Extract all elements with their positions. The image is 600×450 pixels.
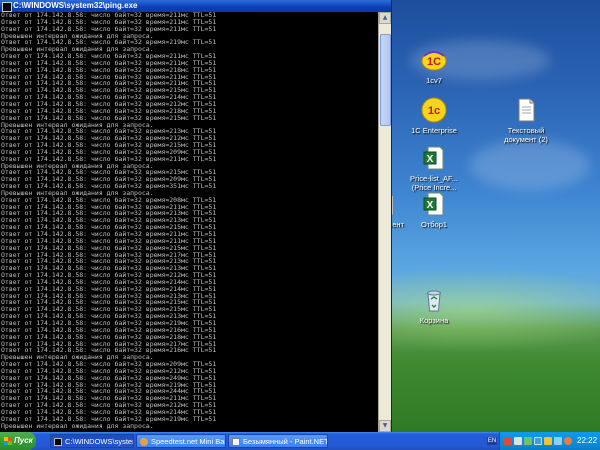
desktop-icon-label: 1C Enterprise xyxy=(411,126,457,135)
taskbar-button-console[interactable]: C:\WINDOWS\system... xyxy=(50,434,134,448)
desktop-icon-text-document[interactable]: Текстовый документ (2) xyxy=(494,96,558,144)
network-icon[interactable] xyxy=(534,437,542,445)
taskbar-button-paint[interactable]: Безымянный - Paint.NET... xyxy=(228,434,328,448)
desktop-icon-1c-enterprise[interactable]: 1c 1C Enterprise xyxy=(402,96,466,135)
volume-icon[interactable] xyxy=(554,437,562,445)
desktop-icon-price-list[interactable]: X Price-list_AF... (Price Incre... xyxy=(402,144,466,192)
scrollbar-thumb[interactable] xyxy=(380,34,391,126)
wallpaper-cloud xyxy=(470,140,590,190)
recycle-bin-icon xyxy=(427,290,441,312)
desktop-icon-otbor1[interactable]: X Отбор1 xyxy=(402,190,466,229)
console-window[interactable]: C:\WINDOWS\system32\ping.exe Ответ от 17… xyxy=(0,0,392,432)
text-document-icon xyxy=(518,98,535,122)
desktop-icon-label: 1cv7 xyxy=(426,76,442,85)
paint-net-icon xyxy=(232,438,240,446)
desktop-icon-label: Отбор1 xyxy=(420,220,448,229)
1c-enterprise-icon: 1c xyxy=(421,97,447,123)
excel-icon: X xyxy=(423,146,444,170)
desktop-icon-1cv7[interactable]: 1C 1cv7 xyxy=(402,46,466,85)
console-titlebar[interactable]: C:\WINDOWS\system32\ping.exe xyxy=(0,0,391,12)
system-tray: 22:22 xyxy=(499,432,600,450)
desktop-icon-recycle-bin[interactable]: Корзина xyxy=(402,286,466,325)
excel-icon: X xyxy=(423,192,444,216)
tray-app-icon[interactable] xyxy=(524,437,532,445)
tray-app-icon[interactable] xyxy=(514,437,522,445)
1c-icon: 1C xyxy=(421,51,447,71)
taskbar-button-label: Безымянный - Paint.NET... xyxy=(243,437,328,446)
start-button[interactable]: Пуск xyxy=(0,432,36,450)
console-icon xyxy=(54,438,62,446)
svg-text:X: X xyxy=(427,154,434,165)
desktop-icon-label: Текстовый документ (2) xyxy=(504,126,548,144)
svg-text:X: X xyxy=(427,200,434,211)
console-title: C:\WINDOWS\system32\ping.exe xyxy=(13,1,138,10)
svg-text:1c: 1c xyxy=(428,105,440,117)
clock[interactable]: 22:22 xyxy=(577,432,597,450)
browser-icon xyxy=(140,438,148,446)
desktop-icon-label: Корзина xyxy=(419,316,449,325)
taskbar: Пуск C:\WINDOWS\system... Speedtest.net … xyxy=(0,432,600,450)
taskbar-button-label: Speedtest.net Mini Band... xyxy=(151,437,225,446)
language-indicator[interactable]: EN xyxy=(487,437,497,445)
windows-flag-icon xyxy=(4,437,12,445)
scroll-down-icon[interactable]: ▼ xyxy=(379,420,391,432)
console-window-icon xyxy=(2,2,12,12)
tray-app-icon[interactable] xyxy=(544,437,552,445)
console-scrollbar[interactable]: ▲ ▼ xyxy=(378,12,391,432)
tray-app-icon[interactable] xyxy=(564,437,572,445)
taskbar-button-label: C:\WINDOWS\system... xyxy=(65,437,133,446)
taskbar-button-speedtest[interactable]: Speedtest.net Mini Band... xyxy=(136,434,226,448)
start-button-label: Пуск xyxy=(14,436,33,445)
console-line: Превышен интервал ожидания для запроса. xyxy=(1,421,154,430)
tray-app-icon[interactable] xyxy=(504,437,512,445)
scroll-up-icon[interactable]: ▲ xyxy=(379,12,391,24)
console-lines: Ответ от 174.142.8.58: число байт=32 вре… xyxy=(0,12,378,429)
console-output[interactable]: Ответ от 174.142.8.58: число байт=32 вре… xyxy=(0,12,378,432)
svg-text:1C: 1C xyxy=(427,56,441,68)
